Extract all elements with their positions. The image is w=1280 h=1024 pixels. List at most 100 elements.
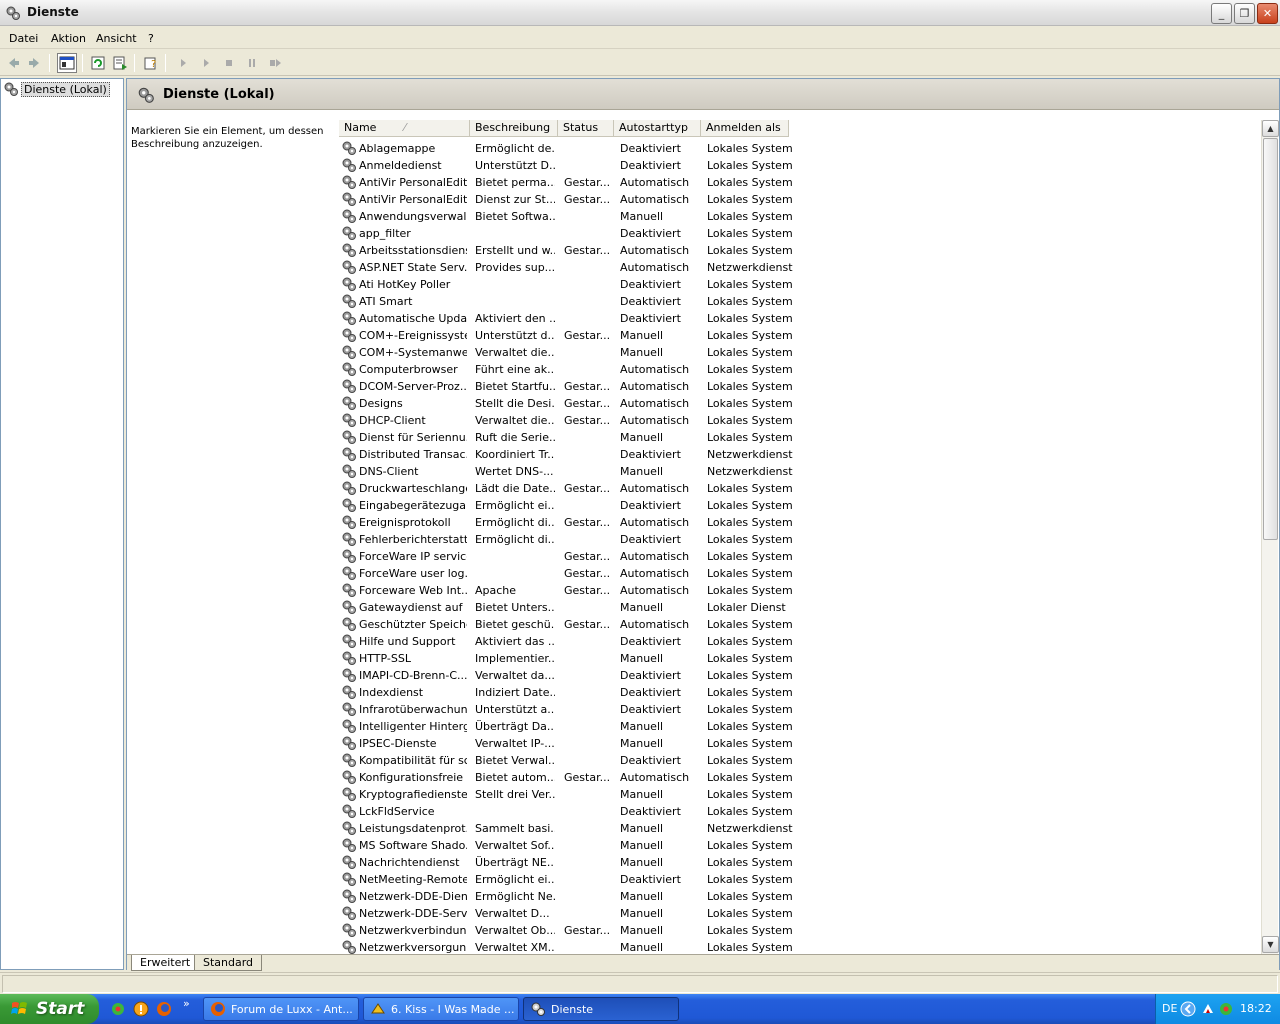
tab-erweitert[interactable]: Erweitert — [131, 955, 200, 971]
table-row[interactable]: Konfigurationsfreie ... Bietet autom... Ge… — [339, 769, 1263, 786]
table-row[interactable]: NetMeeting-Remote... Ermöglicht ei... Deak… — [339, 871, 1263, 888]
show-tree-button[interactable] — [57, 53, 77, 73]
pause-service-button[interactable] — [242, 53, 262, 73]
table-row[interactable]: Dienst für Seriennu... Ruft die Serie... M… — [339, 429, 1263, 446]
scroll-up-button[interactable]: ▲ — [1262, 120, 1279, 137]
table-row[interactable]: HTTP-SSL Implementier... Manuell Lokales Sy… — [339, 650, 1263, 667]
table-row[interactable]: app_filter Deaktiviert Lokales System — [339, 225, 1263, 242]
table-row[interactable]: Infrarotüberwachung Unterstützt a... Deakt… — [339, 701, 1263, 718]
table-row[interactable]: DCOM-Server-Proz... Bietet Startfu... Gest… — [339, 378, 1263, 395]
table-row[interactable]: Druckwarteschlange Lädt die Date... Gestar… — [339, 480, 1263, 497]
antivir-tray-icon[interactable] — [1200, 1001, 1216, 1017]
menu-aktion[interactable]: Aktion — [51, 32, 86, 45]
column-header-name[interactable]: Name ⁄ — [339, 120, 470, 137]
quicklaunch-icq-icon[interactable] — [110, 1001, 126, 1017]
quicklaunch-more-icon[interactable]: » — [183, 997, 190, 1010]
title-bar[interactable]: Dienste _ ❐ ✕ — [0, 0, 1280, 26]
table-row[interactable]: IPSEC-Dienste Verwaltet IP-... Manuell Loka… — [339, 735, 1263, 752]
task-button-dienste[interactable]: Dienste — [523, 997, 679, 1021]
minimize-button[interactable]: _ — [1211, 3, 1232, 24]
table-row[interactable]: DNS-Client Wertet DNS-... Manuell Netzwerkd… — [339, 463, 1263, 480]
quicklaunch-info-icon[interactable] — [133, 1001, 149, 1017]
start-service-button[interactable] — [173, 53, 193, 73]
table-row[interactable]: Anmeldedienst Unterstützt D... Deaktiviert… — [339, 157, 1263, 174]
table-row[interactable]: MS Software Shado... Verwaltet Sof... Manu… — [339, 837, 1263, 854]
table-row[interactable]: ATI Smart Deaktiviert Lokales System — [339, 293, 1263, 310]
service-startup-type: Deaktiviert — [620, 754, 681, 767]
table-row[interactable]: Indexdienst Indiziert Date... Deaktiviert L… — [339, 684, 1263, 701]
services-list[interactable]: Name ⁄ Beschreibung Status Autostarttyp … — [339, 120, 1279, 954]
language-indicator[interactable]: DE — [1162, 1002, 1177, 1015]
scroll-thumb[interactable] — [1263, 138, 1278, 540]
table-row[interactable]: Netzwerk-DDE-Dienst Ermöglicht Ne... Manue… — [339, 888, 1263, 905]
table-row[interactable]: Computerbrowser Führt eine ak... Automatis… — [339, 361, 1263, 378]
service-description: Bietet perma... — [475, 176, 555, 189]
table-row[interactable]: Ati HotKey Poller Deaktiviert Lokales Syst… — [339, 276, 1263, 293]
table-row[interactable]: Automatische Updates Aktiviert den ... Dea… — [339, 310, 1263, 327]
table-row[interactable]: AntiVir PersonalEditi... Dienst zur St...… — [339, 191, 1263, 208]
table-row[interactable]: COM+-Ereignissystem Unterstützt d... Gesta… — [339, 327, 1263, 344]
stop-service-button[interactable] — [219, 53, 239, 73]
table-row[interactable]: Ereignisprotokoll Ermöglicht di... Gestar.… — [339, 514, 1263, 531]
service-name: Ablagemappe — [359, 142, 436, 155]
table-row[interactable]: Leistungsdatenprot... Sammelt basi... Manu… — [339, 820, 1263, 837]
tree-item-dienste-lokal[interactable]: Dienste (Lokal) — [3, 81, 110, 97]
table-row[interactable]: Eingabegerätezugang Ermöglicht ei... Deakt… — [339, 497, 1263, 514]
table-row[interactable]: Geschützter Speicher Bietet geschü... Gest… — [339, 616, 1263, 633]
restore-button[interactable]: ❐ — [1234, 3, 1255, 24]
task-button-forum[interactable]: Forum de Luxx - Ant... — [203, 997, 359, 1021]
task-button-winamp[interactable]: 6. Kiss - I Was Made ... — [363, 997, 519, 1021]
table-row[interactable]: LckFldService Deaktiviert Lokales System — [339, 803, 1263, 820]
table-row[interactable]: IMAPI-CD-Brenn-C... Verwaltet da... Deakti… — [339, 667, 1263, 684]
table-row[interactable]: DHCP-Client Verwaltet die... Gestar... Auto… — [339, 412, 1263, 429]
back-button[interactable] — [3, 53, 23, 73]
tray-expand-icon[interactable] — [1180, 1001, 1196, 1017]
service-description: Überträgt Da... — [475, 720, 555, 733]
table-row[interactable]: COM+-Systemanwe... Verwaltet die... Manuel… — [339, 344, 1263, 361]
table-row[interactable]: Intelligenter Hinterg... Überträgt Da... M… — [339, 718, 1263, 735]
forward-button[interactable] — [25, 53, 45, 73]
tab-standard[interactable]: Standard — [194, 955, 263, 971]
properties-button[interactable]: ? — [141, 53, 161, 73]
table-row[interactable]: AntiVir PersonalEditi... Bietet perma... G… — [339, 174, 1263, 191]
column-header-autostarttyp[interactable]: Autostarttyp — [614, 120, 701, 137]
scroll-down-button[interactable]: ▼ — [1262, 936, 1279, 953]
table-row[interactable]: Netzwerkversorgun... Verwaltet XM... Manue… — [339, 939, 1263, 954]
vertical-scrollbar[interactable]: ▲ ▼ — [1261, 120, 1279, 954]
table-row[interactable]: ForceWare IP service Gestar... Automatisch… — [339, 548, 1263, 565]
table-row[interactable]: Kompatibilität für sc... Bietet Verwal...… — [339, 752, 1263, 769]
table-row[interactable]: Distributed Transac... Koordiniert Tr... D… — [339, 446, 1263, 463]
table-row[interactable]: Kryptografiedienste Stellt drei Ver... Man… — [339, 786, 1263, 803]
table-row[interactable]: Forceware Web Int... Apache Gestar... Autom… — [339, 582, 1263, 599]
service-description: Ermöglicht di... — [475, 516, 555, 529]
table-row[interactable]: ASP.NET State Serv... Provides sup... Auto… — [339, 259, 1263, 276]
refresh-button[interactable] — [88, 53, 108, 73]
start-service-alt-button[interactable] — [196, 53, 216, 73]
close-button[interactable]: ✕ — [1257, 3, 1278, 24]
export-list-button[interactable] — [110, 53, 130, 73]
icq-tray-icon[interactable] — [1218, 1001, 1234, 1017]
restart-service-button[interactable] — [265, 53, 285, 73]
table-row[interactable]: ForceWare user log... Gestar... Automatisc… — [339, 565, 1263, 582]
column-header-anmelden-als[interactable]: Anmelden als — [701, 120, 789, 137]
table-row[interactable]: Hilfe und Support Aktiviert das ... Deakti… — [339, 633, 1263, 650]
table-row[interactable]: Netzwerk-DDE-Serv... Verwaltet D... Manuel… — [339, 905, 1263, 922]
table-row[interactable]: Nachrichtendienst Überträgt NE... Manuell L… — [339, 854, 1263, 871]
quicklaunch-firefox-icon[interactable] — [156, 1001, 172, 1017]
table-row[interactable]: Gatewaydienst auf ... Bietet Unters... Man… — [339, 599, 1263, 616]
menu-datei[interactable]: Datei — [9, 32, 38, 45]
clock[interactable]: 18:22 — [1240, 1002, 1272, 1015]
menu-ansicht[interactable]: Ansicht — [96, 32, 137, 45]
service-startup-type: Manuell — [620, 346, 664, 359]
start-button[interactable]: Start — [0, 994, 99, 1024]
table-row[interactable]: Designs Stellt die Desi... Gestar... Automa… — [339, 395, 1263, 412]
column-header-beschreibung[interactable]: Beschreibung — [470, 120, 558, 137]
table-row[interactable]: Ablagemappe Ermöglicht de... Deaktiviert Lo… — [339, 140, 1263, 157]
table-row[interactable]: Anwendungsverwal... Bietet Softwa... Manue… — [339, 208, 1263, 225]
menu-help[interactable]: ? — [148, 32, 154, 45]
table-row[interactable]: Arbeitsstationsdienst Erstellt und w... Ge… — [339, 242, 1263, 259]
column-header-status[interactable]: Status — [558, 120, 614, 137]
table-row[interactable]: Fehlerberichterstatt... Ermöglicht di... D… — [339, 531, 1263, 548]
service-description: Apache — [475, 584, 517, 597]
table-row[interactable]: Netzwerkverbindun... Verwaltet Ob... Gesta… — [339, 922, 1263, 939]
